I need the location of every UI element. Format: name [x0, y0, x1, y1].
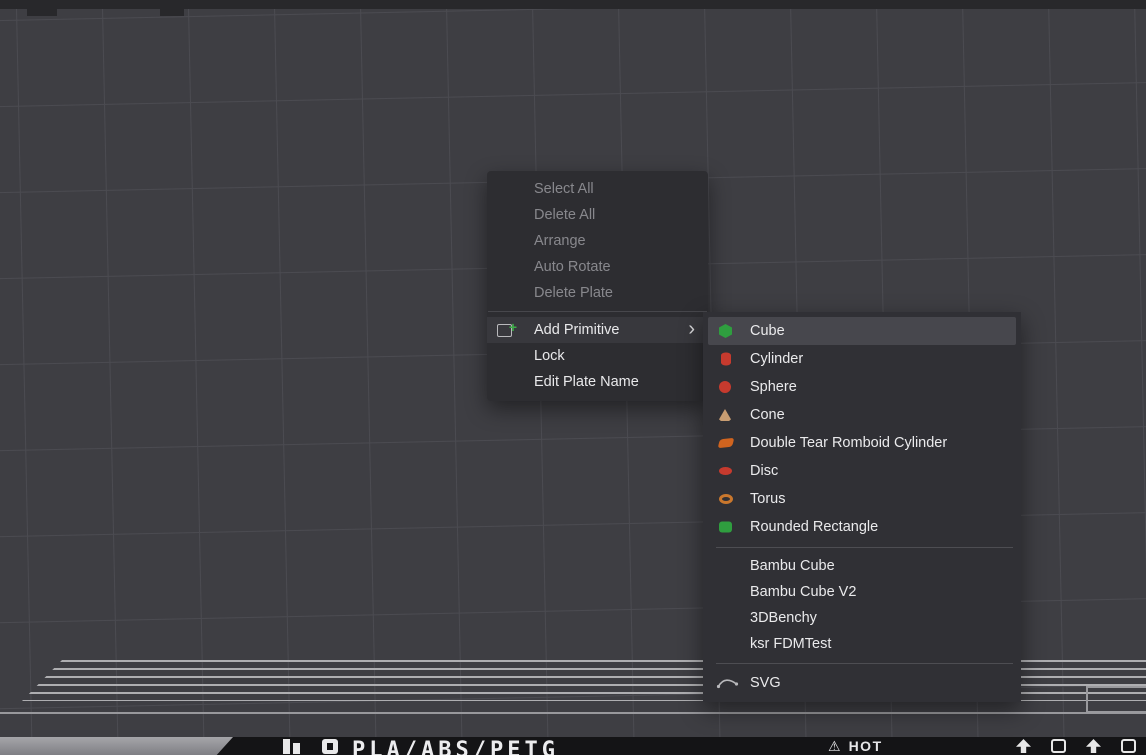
- menu-item-delete-plate: Delete Plate: [487, 280, 708, 306]
- submenu-separator: [716, 663, 1013, 664]
- submenu-item-3dbenchy[interactable]: 3DBenchy: [703, 605, 1021, 631]
- menu-item-label: Delete Plate: [534, 285, 613, 301]
- rounded-rectangle-icon: [719, 522, 732, 533]
- plate-corner-outline: [1086, 686, 1146, 713]
- chevron-right-icon: ›: [688, 316, 695, 342]
- submenu-item-label: Double Tear Romboid Cylinder: [750, 435, 947, 451]
- plate-tab: [160, 0, 184, 16]
- submenu-item-label: Bambu Cube V2: [750, 584, 856, 600]
- box-icon: [1121, 739, 1136, 753]
- submenu-item-label: Bambu Cube: [750, 558, 835, 574]
- submenu-item-label: Torus: [750, 491, 785, 507]
- submenu-item-label: 3DBenchy: [750, 610, 817, 626]
- submenu-item-label: SVG: [750, 675, 781, 691]
- menu-item-label: Arrange: [534, 233, 586, 249]
- plate-branding-bar: PLA/ABS/PETG ⚠ HOT: [0, 737, 1146, 755]
- menu-item-delete-all: Delete All: [487, 202, 708, 228]
- cone-icon: [719, 409, 731, 421]
- menu-item-label: Auto Rotate: [534, 259, 611, 275]
- submenu-item-label: Rounded Rectangle: [750, 519, 878, 535]
- up-arrow-icon: [1016, 739, 1031, 753]
- bambu-logo-icon: [283, 739, 300, 754]
- menu-item-select-all: Select All: [487, 176, 708, 202]
- romboid-cylinder-icon: [718, 438, 735, 448]
- submenu-item-cube[interactable]: Cube: [703, 317, 1021, 345]
- submenu-item-torus[interactable]: Torus: [703, 485, 1021, 513]
- submenu-item-label: Disc: [750, 463, 778, 479]
- menu-item-label: Delete All: [534, 207, 595, 223]
- submenu-item-double-tear-romboid-cylinder[interactable]: Double Tear Romboid Cylinder: [703, 429, 1021, 457]
- menu-item-add-primitive[interactable]: Add Primitive ›: [487, 317, 708, 343]
- menu-item-auto-rotate: Auto Rotate: [487, 254, 708, 280]
- cylinder-icon: [721, 353, 731, 366]
- menu-item-label: Edit Plate Name: [534, 374, 639, 390]
- submenu-item-label: ksr FDMTest: [750, 636, 831, 652]
- submenu-item-sphere[interactable]: Sphere: [703, 373, 1021, 401]
- plate-material-label: PLA/ABS/PETG: [352, 738, 559, 755]
- submenu-item-cone[interactable]: Cone: [703, 401, 1021, 429]
- add-primitive-submenu: Cube Cylinder Sphere Cone Double Tear Ro…: [703, 312, 1021, 702]
- submenu-item-label: Cube: [750, 323, 785, 339]
- menu-item-arrange: Arrange: [487, 228, 708, 254]
- cube-icon: [719, 324, 732, 338]
- up-arrow-icon: [1086, 739, 1101, 753]
- plate-tab: [27, 0, 57, 16]
- submenu-item-label: Sphere: [750, 379, 797, 395]
- sphere-icon: [719, 381, 731, 393]
- hot-label: HOT: [849, 738, 883, 754]
- hot-warning: ⚠ HOT: [828, 738, 883, 754]
- plate-baseline: [0, 712, 1146, 714]
- submenu-item-bambu-cube[interactable]: Bambu Cube: [703, 553, 1021, 579]
- plate-glyph-row: [1016, 739, 1136, 753]
- menu-item-edit-plate-name[interactable]: Edit Plate Name: [487, 369, 708, 395]
- menu-separator: [488, 311, 707, 312]
- menu-item-label: Lock: [534, 348, 565, 364]
- warning-triangle-icon: ⚠: [828, 738, 841, 754]
- torus-icon: [719, 494, 733, 504]
- svg-curve-icon: [716, 677, 739, 690]
- menu-item-label: Select All: [534, 181, 594, 197]
- submenu-item-label: Cylinder: [750, 351, 803, 367]
- add-primitive-icon: [497, 324, 512, 337]
- submenu-item-ksr-fdmtest[interactable]: ksr FDMTest: [703, 631, 1021, 657]
- submenu-item-bambu-cube-v2[interactable]: Bambu Cube V2: [703, 579, 1021, 605]
- slicer-3d-viewport[interactable]: Select All Delete All Arrange Auto Rotat…: [0, 0, 1146, 755]
- submenu-item-label: Cone: [750, 407, 785, 423]
- studio-logo-icon: [322, 739, 338, 754]
- submenu-item-svg[interactable]: SVG: [703, 669, 1021, 697]
- plate-context-menu: Select All Delete All Arrange Auto Rotat…: [487, 171, 708, 401]
- plate-corner-wedge: [0, 737, 233, 755]
- submenu-item-disc[interactable]: Disc: [703, 457, 1021, 485]
- box-icon: [1051, 739, 1066, 753]
- submenu-separator: [716, 547, 1013, 548]
- menu-item-label: Add Primitive: [534, 322, 619, 338]
- submenu-item-cylinder[interactable]: Cylinder: [703, 345, 1021, 373]
- submenu-item-rounded-rectangle[interactable]: Rounded Rectangle: [703, 513, 1021, 541]
- menu-item-lock[interactable]: Lock: [487, 343, 708, 369]
- disc-icon: [719, 467, 732, 475]
